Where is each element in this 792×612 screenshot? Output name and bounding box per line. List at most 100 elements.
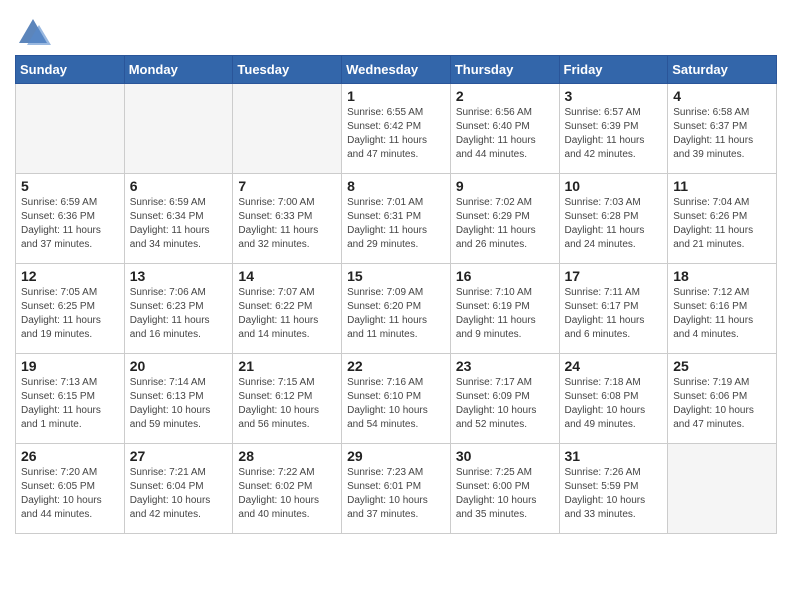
day-info: Sunrise: 6:58 AM Sunset: 6:37 PM Dayligh… (673, 106, 771, 162)
calendar-cell: 29 Sunrise: 7:23 AM Sunset: 6:01 PM Dayli… (342, 444, 451, 534)
calendar-cell: 25 Sunrise: 7:19 AM Sunset: 6:06 PM Dayli… (668, 354, 777, 444)
day-number: 25 (673, 358, 771, 374)
logo-icon (15, 15, 47, 47)
day-number: 8 (347, 178, 445, 194)
weekday-header-wednesday: Wednesday (342, 56, 451, 84)
calendar-cell: 30Sunrise: 7:25 AM Sunset: 6:00 PM Dayli… (450, 444, 559, 534)
calendar-cell: 6 Sunrise: 6:59 AM Sunset: 6:34 PM Daylig… (124, 174, 233, 264)
day-number: 12 (21, 268, 119, 284)
day-info: Sunrise: 7:14 AM Sunset: 6:13 PM Dayligh… (130, 376, 228, 432)
day-number: 15 (347, 268, 445, 284)
day-number: 10 (565, 178, 663, 194)
calendar-cell: 18 Sunrise: 7:12 AM Sunset: 6:16 PM Dayli… (668, 264, 777, 354)
day-info: Sunrise: 6:59 AM Sunset: 6:34 PM Dayligh… (130, 196, 228, 252)
day-number: 22 (347, 358, 445, 374)
day-info: Sunrise: 6:55 AM Sunset: 6:42 PM Dayligh… (347, 106, 445, 162)
calendar-cell: 22Sunrise: 7:16 AM Sunset: 6:10 PM Dayli… (342, 354, 451, 444)
day-number: 3 (565, 88, 663, 104)
day-info: Sunrise: 7:10 AM Sunset: 6:19 PM Dayligh… (456, 286, 554, 342)
calendar-cell (668, 444, 777, 534)
day-info: Sunrise: 7:03 AM Sunset: 6:28 PM Dayligh… (565, 196, 663, 252)
day-info: Sunrise: 6:56 AM Sunset: 6:40 PM Dayligh… (456, 106, 554, 162)
calendar-cell: 16 Sunrise: 7:10 AM Sunset: 6:19 PM Dayli… (450, 264, 559, 354)
calendar-week-5: 26Sunrise: 7:20 AM Sunset: 6:05 PM Dayli… (16, 444, 777, 534)
day-number: 26 (21, 448, 119, 464)
day-number: 29 (347, 448, 445, 464)
calendar-cell: 14 Sunrise: 7:07 AM Sunset: 6:22 PM Dayli… (233, 264, 342, 354)
calendar-week-1: 1 Sunrise: 6:55 AM Sunset: 6:42 PM Daylig… (16, 84, 777, 174)
day-number: 24 (565, 358, 663, 374)
calendar-cell: 1 Sunrise: 6:55 AM Sunset: 6:42 PM Daylig… (342, 84, 451, 174)
day-number: 27 (130, 448, 228, 464)
day-info: Sunrise: 7:25 AM Sunset: 6:00 PM Dayligh… (456, 466, 554, 522)
calendar-table: SundayMondayTuesdayWednesdayThursdayFrid… (15, 55, 777, 534)
calendar-cell: 20 Sunrise: 7:14 AM Sunset: 6:13 PM Dayli… (124, 354, 233, 444)
day-number: 1 (347, 88, 445, 104)
calendar-cell: 2 Sunrise: 6:56 AM Sunset: 6:40 PM Daylig… (450, 84, 559, 174)
calendar-week-3: 12 Sunrise: 7:05 AM Sunset: 6:25 PM Dayli… (16, 264, 777, 354)
calendar-cell: 17Sunrise: 7:11 AM Sunset: 6:17 PM Dayli… (559, 264, 668, 354)
day-number: 21 (238, 358, 336, 374)
day-number: 16 (456, 268, 554, 284)
calendar-cell: 27 Sunrise: 7:21 AM Sunset: 6:04 PM Dayli… (124, 444, 233, 534)
weekday-header-thursday: Thursday (450, 56, 559, 84)
calendar-cell: 9 Sunrise: 7:02 AM Sunset: 6:29 PM Daylig… (450, 174, 559, 264)
day-number: 19 (21, 358, 119, 374)
day-info: Sunrise: 7:07 AM Sunset: 6:22 PM Dayligh… (238, 286, 336, 342)
day-info: Sunrise: 7:18 AM Sunset: 6:08 PM Dayligh… (565, 376, 663, 432)
calendar-cell: 26Sunrise: 7:20 AM Sunset: 6:05 PM Dayli… (16, 444, 125, 534)
calendar-cell: 23Sunrise: 7:17 AM Sunset: 6:09 PM Dayli… (450, 354, 559, 444)
header (15, 10, 777, 47)
day-info: Sunrise: 7:21 AM Sunset: 6:04 PM Dayligh… (130, 466, 228, 522)
day-number: 5 (21, 178, 119, 194)
day-info: Sunrise: 7:04 AM Sunset: 6:26 PM Dayligh… (673, 196, 771, 252)
day-info: Sunrise: 7:00 AM Sunset: 6:33 PM Dayligh… (238, 196, 336, 252)
day-number: 23 (456, 358, 554, 374)
calendar-cell: 21Sunrise: 7:15 AM Sunset: 6:12 PM Dayli… (233, 354, 342, 444)
calendar-cell: 11 Sunrise: 7:04 AM Sunset: 6:26 PM Dayli… (668, 174, 777, 264)
weekday-header-tuesday: Tuesday (233, 56, 342, 84)
day-number: 20 (130, 358, 228, 374)
day-number: 31 (565, 448, 663, 464)
calendar-cell: 12 Sunrise: 7:05 AM Sunset: 6:25 PM Dayli… (16, 264, 125, 354)
day-info: Sunrise: 7:12 AM Sunset: 6:16 PM Dayligh… (673, 286, 771, 342)
day-number: 11 (673, 178, 771, 194)
day-info: Sunrise: 7:19 AM Sunset: 6:06 PM Dayligh… (673, 376, 771, 432)
day-info: Sunrise: 6:59 AM Sunset: 6:36 PM Dayligh… (21, 196, 119, 252)
calendar-cell: 28Sunrise: 7:22 AM Sunset: 6:02 PM Dayli… (233, 444, 342, 534)
calendar-cell: 13 Sunrise: 7:06 AM Sunset: 6:23 PM Dayli… (124, 264, 233, 354)
day-number: 4 (673, 88, 771, 104)
day-number: 17 (565, 268, 663, 284)
day-info: Sunrise: 6:57 AM Sunset: 6:39 PM Dayligh… (565, 106, 663, 162)
calendar-header: SundayMondayTuesdayWednesdayThursdayFrid… (16, 56, 777, 84)
day-number: 13 (130, 268, 228, 284)
day-info: Sunrise: 7:26 AM Sunset: 5:59 PM Dayligh… (565, 466, 663, 522)
calendar-cell: 8Sunrise: 7:01 AM Sunset: 6:31 PM Daylig… (342, 174, 451, 264)
day-info: Sunrise: 7:02 AM Sunset: 6:29 PM Dayligh… (456, 196, 554, 252)
calendar-week-4: 19 Sunrise: 7:13 AM Sunset: 6:15 PM Dayli… (16, 354, 777, 444)
calendar-cell (233, 84, 342, 174)
day-number: 14 (238, 268, 336, 284)
weekday-header-saturday: Saturday (668, 56, 777, 84)
day-info: Sunrise: 7:22 AM Sunset: 6:02 PM Dayligh… (238, 466, 336, 522)
calendar-cell: 15Sunrise: 7:09 AM Sunset: 6:20 PM Dayli… (342, 264, 451, 354)
calendar-cell: 31 Sunrise: 7:26 AM Sunset: 5:59 PM Dayli… (559, 444, 668, 534)
day-number: 6 (130, 178, 228, 194)
calendar-cell: 5 Sunrise: 6:59 AM Sunset: 6:36 PM Daylig… (16, 174, 125, 264)
calendar-cell (16, 84, 125, 174)
day-number: 7 (238, 178, 336, 194)
calendar-cell: 19 Sunrise: 7:13 AM Sunset: 6:15 PM Dayli… (16, 354, 125, 444)
calendar-cell: 4 Sunrise: 6:58 AM Sunset: 6:37 PM Daylig… (668, 84, 777, 174)
weekday-header-monday: Monday (124, 56, 233, 84)
day-info: Sunrise: 7:05 AM Sunset: 6:25 PM Dayligh… (21, 286, 119, 342)
day-info: Sunrise: 7:06 AM Sunset: 6:23 PM Dayligh… (130, 286, 228, 342)
day-info: Sunrise: 7:13 AM Sunset: 6:15 PM Dayligh… (21, 376, 119, 432)
calendar-cell: 24 Sunrise: 7:18 AM Sunset: 6:08 PM Dayli… (559, 354, 668, 444)
day-info: Sunrise: 7:23 AM Sunset: 6:01 PM Dayligh… (347, 466, 445, 522)
calendar-cell: 10 Sunrise: 7:03 AM Sunset: 6:28 PM Dayli… (559, 174, 668, 264)
day-number: 2 (456, 88, 554, 104)
day-number: 18 (673, 268, 771, 284)
calendar-week-2: 5 Sunrise: 6:59 AM Sunset: 6:36 PM Daylig… (16, 174, 777, 264)
day-number: 9 (456, 178, 554, 194)
calendar-cell: 7 Sunrise: 7:00 AM Sunset: 6:33 PM Daylig… (233, 174, 342, 264)
